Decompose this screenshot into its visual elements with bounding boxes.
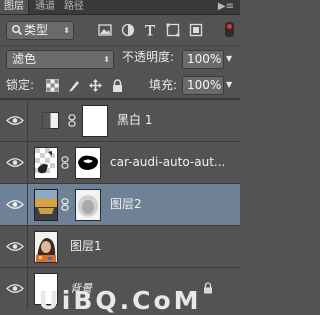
panel-menu-icon[interactable]: ▶≡ [218, 1, 234, 13]
filter-toggle-switch[interactable] [225, 22, 234, 37]
layer-mask-thumbnail[interactable] [75, 189, 101, 221]
opacity-arrow-icon[interactable]: ▼ [226, 51, 232, 66]
layer-name[interactable]: 图层1 [70, 239, 102, 254]
blend-row: 滤色 ⬍ 不透明度: 100% ▼ [0, 46, 240, 72]
eye-icon[interactable] [6, 157, 24, 168]
layer-filter-row: 类型 ⬍ [0, 15, 240, 46]
panel-tab-bar: 图层 通道 路径 ▶≡ [0, 0, 240, 15]
layers-list: 黑白 1 car-audi-auto-aut... 图层2 图层1 背景 [0, 99, 240, 315]
shape-filter-icon[interactable] [166, 23, 180, 37]
divider [27, 100, 28, 141]
layer-mask-thumbnail[interactable] [82, 105, 108, 137]
black-white-adjustment-icon [42, 112, 59, 129]
lock-all-icon[interactable] [111, 79, 124, 92]
layer-row[interactable]: 图层1 [0, 225, 240, 267]
fill-input[interactable]: 100% [182, 76, 224, 95]
layer-name[interactable]: car-audi-auto-aut... [110, 155, 225, 170]
adjustment-filter-icon[interactable] [121, 23, 135, 37]
eye-icon[interactable] [6, 199, 24, 210]
layer-name[interactable]: 黑白 1 [117, 113, 152, 128]
divider [27, 226, 28, 267]
lock-label: 锁定: [6, 78, 35, 92]
opacity-value: 100% [187, 52, 222, 66]
layer-mask-thumbnail[interactable] [75, 147, 101, 179]
layer-row-selected[interactable]: 图层2 [0, 183, 240, 225]
chevron-updown-icon: ⬍ [63, 26, 70, 35]
text-filter-icon[interactable] [143, 23, 157, 37]
search-icon [11, 24, 23, 36]
chain-link-icon[interactable] [61, 156, 69, 169]
chain-link-icon[interactable] [68, 114, 76, 127]
eye-icon[interactable] [6, 115, 24, 126]
layer-row[interactable]: car-audi-auto-aut... [0, 141, 240, 183]
fill-label: 填充: [149, 78, 178, 92]
lock-position-icon[interactable] [89, 79, 102, 92]
image-filter-icon[interactable] [98, 23, 112, 37]
fill-value: 100% [187, 78, 222, 92]
divider [27, 184, 28, 225]
tab-paths[interactable]: 路径 [60, 0, 88, 14]
smart-object-filter-icon[interactable] [189, 23, 203, 37]
tab-layers[interactable]: 图层 [0, 0, 29, 14]
blend-mode-label: 滤色 [12, 52, 37, 66]
filter-kind-label: 类型 [24, 23, 49, 37]
layer-row[interactable]: 黑白 1 [0, 99, 240, 141]
tab-channels[interactable]: 通道 [31, 0, 59, 14]
lock-transparency-icon[interactable] [46, 79, 59, 92]
opacity-label: 不透明度: [122, 50, 175, 64]
chevron-updown-icon: ⬍ [103, 55, 110, 64]
layer-thumbnail[interactable] [34, 147, 58, 179]
layer-thumbnail[interactable] [34, 189, 58, 221]
lock-pixels-icon[interactable] [68, 79, 81, 92]
eye-icon[interactable] [6, 241, 24, 252]
blend-mode-select[interactable]: 滤色 ⬍ [6, 50, 114, 69]
divider [27, 142, 28, 183]
opacity-input[interactable]: 100% [182, 50, 224, 69]
filter-kind-select[interactable]: 类型 ⬍ [6, 21, 74, 40]
watermark-text: UiBQ.CoM [38, 286, 202, 315]
fill-arrow-icon[interactable]: ▼ [226, 77, 232, 92]
lock-row: 锁定: 填充: 100% ▼ [0, 72, 240, 99]
layer-name[interactable]: 图层2 [110, 197, 142, 212]
layer-thumbnail[interactable] [34, 231, 58, 263]
chain-link-icon[interactable] [61, 198, 69, 211]
